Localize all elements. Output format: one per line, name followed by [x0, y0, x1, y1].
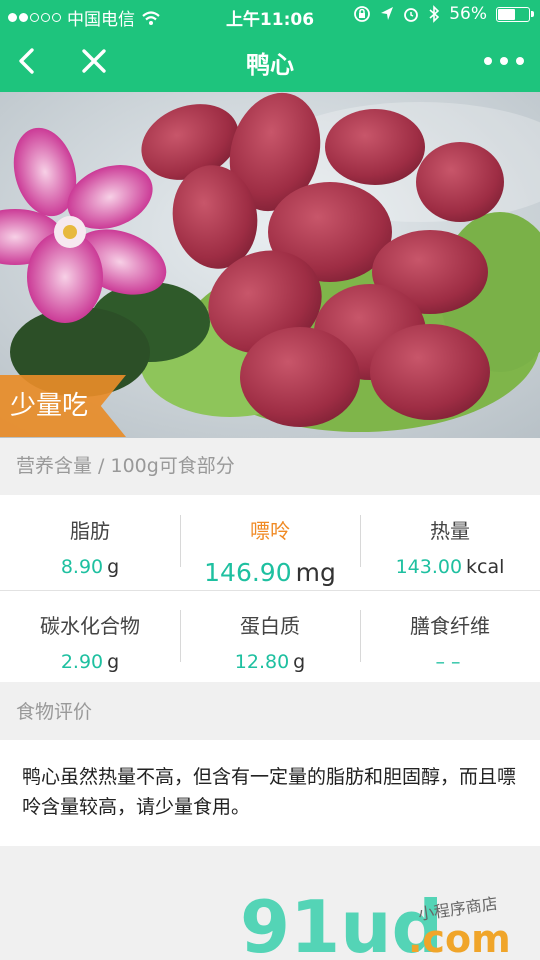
nutrient-unit: g: [293, 651, 306, 673]
page-title: 鸭心: [246, 51, 294, 79]
nutrient-unit: kcal: [466, 556, 505, 578]
nav-bar: 鸭心: [0, 30, 540, 92]
nutrient-name: 嘌呤: [250, 519, 290, 543]
more-icon-dot: [500, 57, 508, 65]
nutrient-unit: mg: [295, 558, 336, 587]
nutrient-name: 热量: [430, 519, 470, 543]
battery-percent: 56%: [449, 4, 487, 24]
nutrient-unit: g: [107, 651, 120, 673]
watermark-domain: .com: [408, 917, 511, 960]
nutrition-header: 营养含量 / 100g可食部分: [0, 438, 540, 494]
evaluation-text: 鸭心虽然热量不高，但含有一定量的脂肪和胆固醇，而且嘌呤含量较高，请少量食用。: [0, 740, 540, 846]
nutrient-protein: 蛋白质 12.80 g: [180, 590, 360, 683]
nutrient-value: 146.90: [204, 558, 292, 587]
more-icon-dot: [516, 57, 524, 65]
nutrient-name: 膳食纤维: [410, 614, 490, 638]
status-bar: 中国电信 上午11:06 56%: [0, 0, 540, 30]
nutrient-value: 2.90: [60, 651, 104, 673]
nutrient-name: 蛋白质: [240, 614, 300, 638]
location-icon: [381, 7, 394, 20]
nutrient-calories: 热量 143.00 kcal: [360, 495, 540, 588]
more-button[interactable]: [484, 50, 524, 72]
nutrition-row: 脂肪 8.90 g 嘌呤 146.90 mg 热量 143.00 kcal: [0, 495, 540, 588]
nutrient-value: – –: [435, 651, 461, 673]
alarm-icon: [404, 8, 419, 22]
battery-icon: [496, 6, 534, 22]
nutrition-panel: 脂肪 8.90 g 嘌呤 146.90 mg 热量 143.00 kcal 碳水化合物…: [0, 495, 540, 682]
nutrient-unit: g: [107, 556, 120, 578]
status-right: 56%: [353, 4, 534, 24]
nutrient-fiber: 膳食纤维 – –: [360, 590, 540, 683]
nutrient-fat: 脂肪 8.90 g: [0, 495, 180, 588]
row-divider: [0, 590, 540, 591]
nutrient-carbohydrate: 碳水化合物 2.90 g: [0, 590, 180, 683]
nutrient-value: 8.90: [60, 556, 104, 578]
nutrient-value: 12.80: [234, 651, 290, 673]
watermark-logo: 91ud .com 小程序商店: [240, 885, 511, 960]
nutrient-name: 碳水化合物: [40, 614, 140, 638]
food-image: 少量吃: [0, 92, 540, 438]
orientation-lock-icon: [354, 6, 371, 22]
battery-level: [498, 8, 515, 20]
evaluation-header: 食物评价: [0, 684, 540, 740]
more-icon-dot: [484, 57, 492, 65]
nutrient-name: 脂肪: [70, 519, 110, 543]
bluetooth-icon: [429, 5, 440, 23]
nutrition-row: 碳水化合物 2.90 g 蛋白质 12.80 g 膳食纤维 – –: [0, 590, 540, 683]
nutrient-value: 143.00: [395, 556, 463, 578]
nutrient-purine: 嘌呤 146.90 mg: [180, 495, 360, 588]
